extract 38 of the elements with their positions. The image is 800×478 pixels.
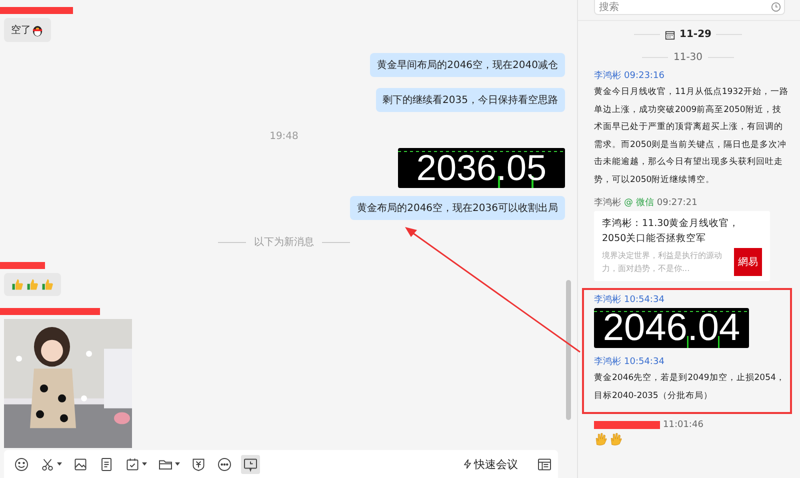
scissors-icon[interactable] <box>40 456 55 472</box>
author-name[interactable]: 李鸿彬 <box>594 69 621 82</box>
scrollbar[interactable] <box>566 280 571 420</box>
author-name[interactable]: 李鸿彬 <box>594 355 621 368</box>
price-text: 2036.05 <box>416 150 547 186</box>
card-title: 李鸿彬：11.30黄金月线收官，2050关口能否拯救空军 <box>602 217 740 246</box>
date-separator: 11-29 <box>680 29 712 40</box>
post-time: 10:54:34 <box>624 356 664 366</box>
post-text: 黄金2046先空，若是到2049加空，止损2054，目标2040-2035（分批布局） <box>594 372 786 402</box>
message-bubble: 黄金早间布局的2046空，现在2040减仓 <box>370 53 565 77</box>
new-messages-divider: 以下为新消息 <box>254 236 314 249</box>
author-name[interactable]: 李鸿彬 <box>594 293 621 306</box>
author-name[interactable]: 李鸿彬 <box>594 196 621 209</box>
date-separator: 11-30 <box>673 52 703 63</box>
message-text: 空了 <box>11 24 31 37</box>
search-field[interactable]: 搜索 <box>594 0 785 15</box>
timestamp: 19:48 <box>270 131 298 142</box>
message-bubble: 剩下的继续看2035，今日保持看空思路 <box>376 88 565 112</box>
clock-icon[interactable] <box>771 2 781 12</box>
sidebar-icon[interactable] <box>537 456 552 472</box>
price-text: 2046.04 <box>602 309 740 347</box>
quick-meeting-button[interactable]: 快速会议 <box>461 454 520 474</box>
caret-icon[interactable] <box>57 462 62 466</box>
caret-icon[interactable] <box>142 462 147 466</box>
source-label: @ 微信 <box>624 196 654 209</box>
post-time: 09:23:16 <box>624 70 664 80</box>
post-time: 11:01:46 <box>663 420 704 430</box>
caret-icon[interactable] <box>175 462 180 466</box>
post-time: 09:27:21 <box>656 198 698 208</box>
post-text: 黄金今日月线收官，11月从低点1932开始，一路单边上涨，成功突破2009前高至2050附近，技术面早已处于严重的顶背离超买上涨，有回调的需求。而2050则是当前关键点，隔日也是多次冲击未能逾越，那么今日有望出现多头获利回吐走势，可以2050附近继续博空。 <box>594 86 790 186</box>
lightning-icon <box>463 458 472 470</box>
message-bubble: 黄金布局的2046空，现在2036可以收割出局 <box>350 196 565 220</box>
logo: 網易 <box>734 248 762 276</box>
redaction-bar <box>0 262 45 269</box>
checkbox-icon[interactable] <box>125 456 140 472</box>
post-time: 10:54:34 <box>624 294 664 304</box>
link-card[interactable]: 李鸿彬：11.30黄金月线收官，2050关口能否拯救空军 境界决定世界，利益是执行的源动力，面对趋势，不是你... 網易 <box>594 211 770 281</box>
card-description: 境界决定世界，利益是执行的源动力，面对趋势，不是你... <box>602 250 723 275</box>
